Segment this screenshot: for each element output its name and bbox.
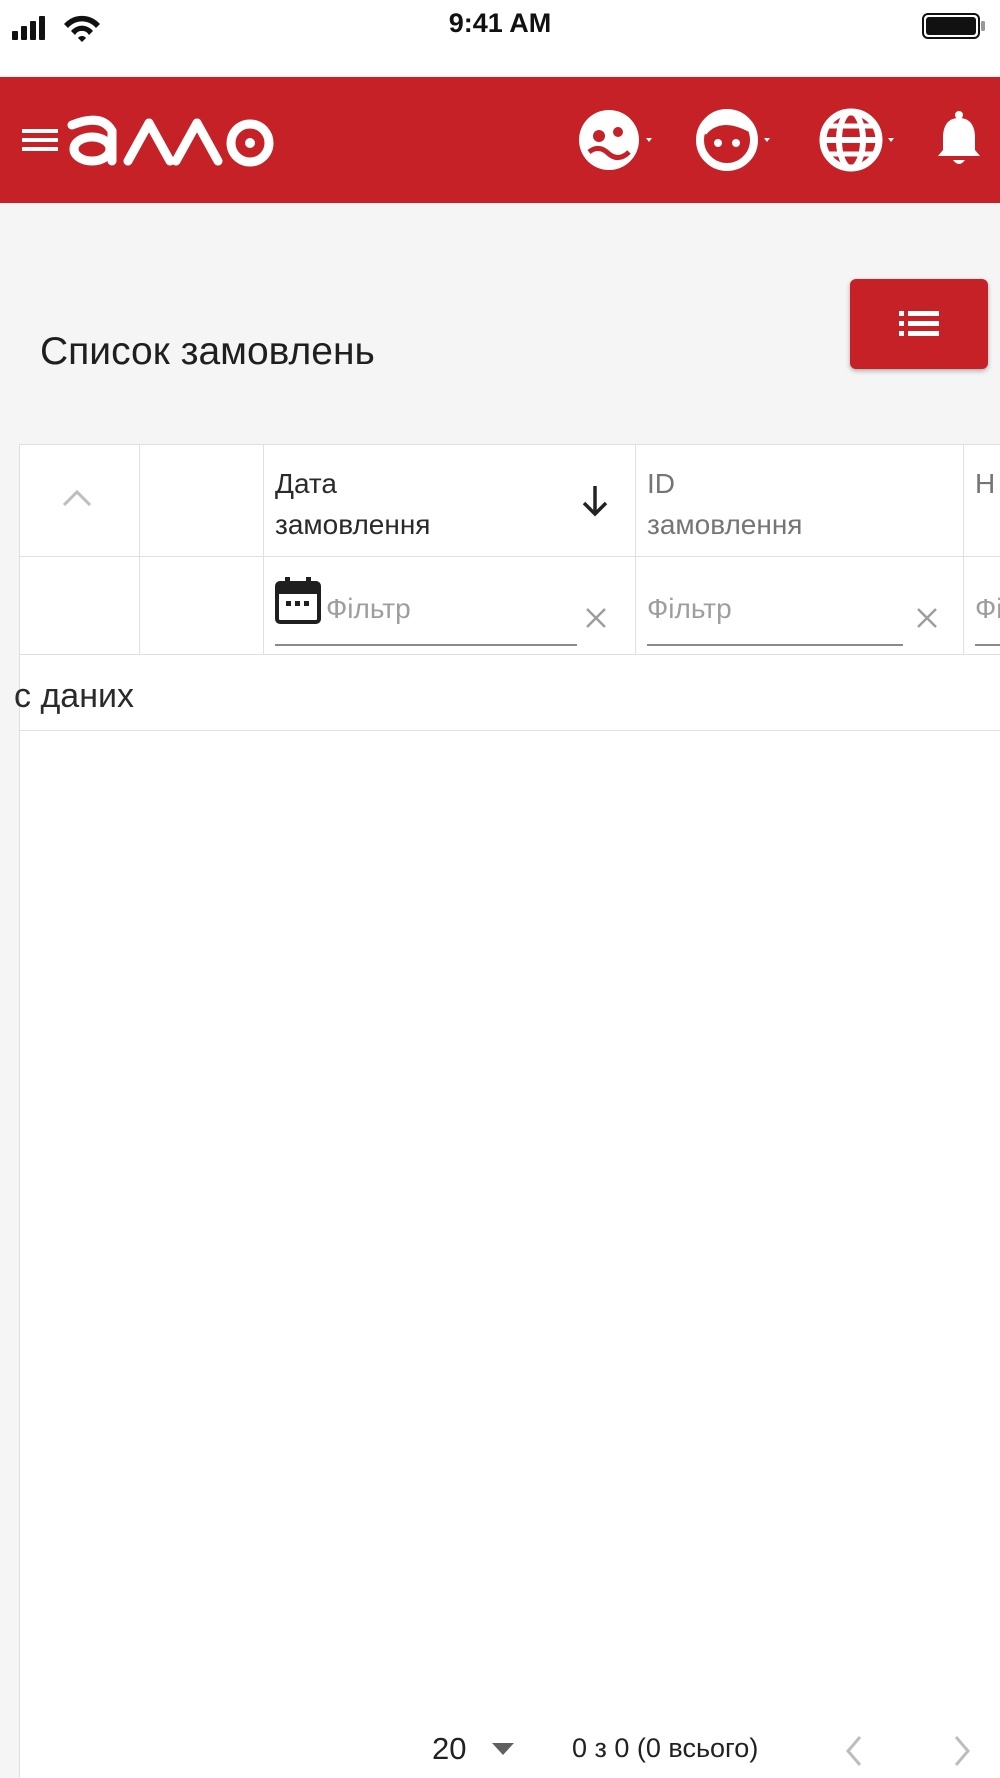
orders-grid: Дата замовлення ID замовлення Н Фільтр Ф… — [14, 444, 1000, 1778]
globe-icon[interactable] — [814, 102, 896, 183]
grid-header-row: Дата замовлення ID замовлення Н — [20, 445, 1000, 557]
clear-order-id-filter-icon[interactable] — [914, 605, 940, 631]
third-filter-input[interactable] — [975, 583, 1000, 635]
status-bar: 9:41 AM — [0, 0, 1000, 77]
third-filter-underline — [975, 644, 1000, 646]
app-bar — [0, 77, 1000, 203]
brand-logo[interactable] — [62, 109, 282, 178]
page-size-selector[interactable]: 20 — [432, 1731, 466, 1767]
filter-cell-empty — [140, 557, 264, 655]
order-id-column-title: ID замовлення — [647, 468, 803, 540]
date-filter-cell — [264, 557, 636, 655]
bell-icon[interactable] — [934, 102, 984, 183]
chevron-up-icon[interactable] — [60, 487, 94, 509]
caret-down-icon[interactable] — [490, 1741, 516, 1757]
third-filter-cell — [964, 557, 1000, 655]
face-icon[interactable] — [690, 102, 772, 183]
date-filter-underline — [275, 644, 577, 646]
date-filter-input[interactable] — [326, 583, 566, 635]
status-time: 9:41 AM — [448, 8, 552, 38]
chevron-right-icon[interactable] — [948, 1731, 976, 1771]
sort-descending-icon[interactable] — [580, 483, 610, 519]
page-title: Список замовлень — [40, 330, 375, 373]
column-chooser-button[interactable] — [850, 279, 988, 369]
filter-cell-empty — [20, 557, 140, 655]
select-column-header — [140, 445, 264, 557]
date-column-title: Дата замовлення — [275, 468, 431, 540]
order-id-filter-cell — [636, 557, 964, 655]
divider — [20, 730, 1000, 731]
battery-icon — [922, 13, 988, 44]
third-column-header[interactable]: Н — [964, 445, 1000, 557]
content-area: Список замовлень Дата замовлення ID замо… — [0, 203, 1000, 1778]
pager-range-info: 0 з 0 (0 всього) — [572, 1733, 759, 1763]
chevron-left-icon[interactable] — [840, 1731, 868, 1771]
clear-date-filter-icon[interactable] — [583, 605, 609, 631]
calendar-icon[interactable] — [275, 576, 321, 624]
order-id-column-header[interactable]: ID замовлення — [636, 445, 964, 557]
order-id-filter-input[interactable] — [647, 583, 897, 635]
third-column-title: Н — [975, 468, 996, 499]
grid-filter-row — [20, 557, 1000, 655]
menu-icon[interactable] — [20, 120, 60, 160]
group-face-icon[interactable] — [572, 102, 654, 183]
no-data-message: с даних — [14, 677, 134, 715]
list-icon — [899, 311, 939, 336]
order-id-filter-underline — [647, 644, 903, 646]
date-column-header[interactable]: Дата замовлення — [264, 445, 636, 557]
expand-column-header — [20, 445, 140, 557]
